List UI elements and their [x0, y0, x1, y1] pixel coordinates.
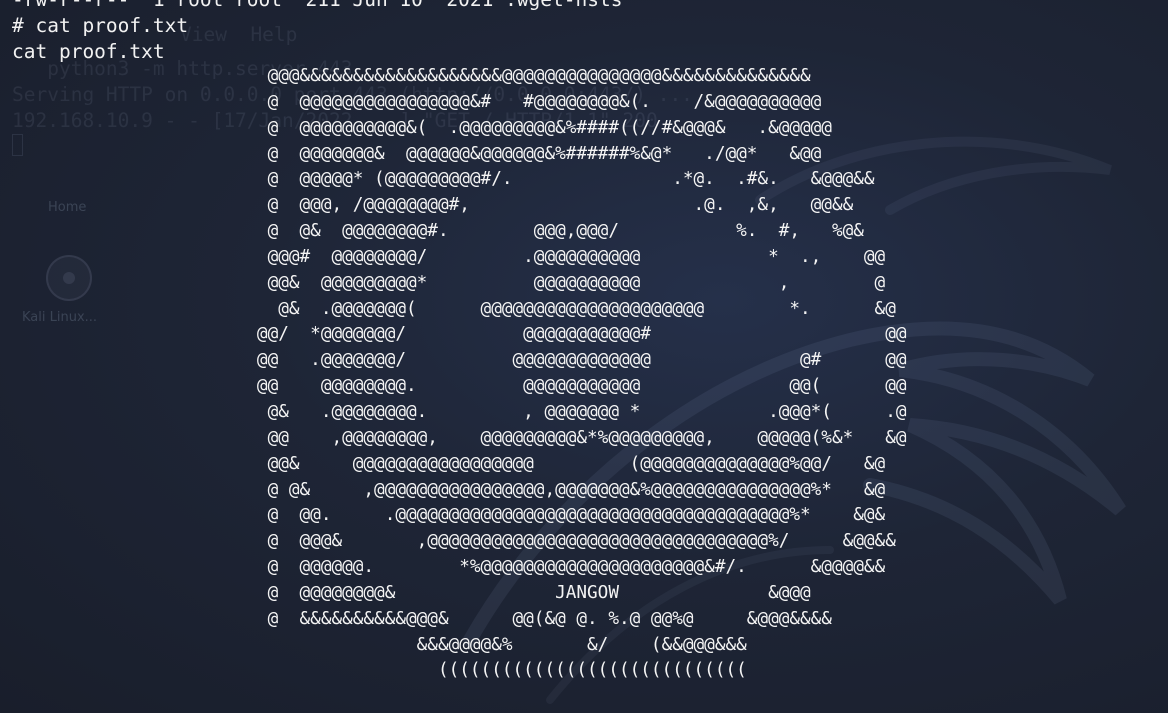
ascii-art-proof: @@@&&&&&&&&&&&&&&&&&&&@@@@@@@@@@@@@@@&&&… [12, 64, 907, 684]
ascii-art-line: @ @@@@@@@@@@@@@@@@&# #@@@@@@@@&(. /&@@@@… [12, 91, 822, 112]
ascii-art-line: @& .@@@@@@@@. , @@@@@@@ * .@@@*( .@ [12, 401, 907, 422]
ascii-art-line: @ @& @@@@@@@@#. @@@,@@@/ %. #, %@& [12, 221, 864, 242]
ascii-art-line: @ @@. .@@@@@@@@@@@@@@@@@@@@@@@@@@@@@@@@@… [12, 505, 886, 526]
ascii-art-line: @@ @@@@@@@@. @@@@@@@@@@@ @@( @@ [12, 376, 907, 397]
terminal-line: cat proof.txt [12, 39, 165, 63]
ascii-art-line: @@@# @@@@@@@@/ .@@@@@@@@@@ * ., @@ [12, 246, 886, 267]
ascii-art-line: @ @@@@@@@@@@&( .@@@@@@@@@&%####((//#&@@@… [12, 117, 832, 138]
ascii-art-line: &&&@@@@&% &/ (&&@@@&&& [12, 634, 747, 655]
ascii-art-line: @@& @@@@@@@@@* @@@@@@@@@@ , @ [12, 272, 886, 293]
ascii-art-line: @@ ,@@@@@@@@, @@@@@@@@@&*%@@@@@@@@@, @@@… [12, 427, 907, 448]
ascii-art-line: @ @@@@@@@@& JANGOW &@@@ [12, 582, 811, 603]
ascii-art-line: @ &&&&&&&&&&@@@& @@(&@ @. %.@ @@%@ &@@@&… [12, 608, 832, 629]
ascii-art-line: @@/ *@@@@@@@/ @@@@@@@@@@@# @@ [12, 324, 907, 345]
ascii-art-line: @ @@@& ,@@@@@@@@@@@@@@@@@@@@@@@@@@@@@@@@… [12, 531, 896, 552]
ascii-art-line: @& .@@@@@@@( @@@@@@@@@@@@@@@@@@@@@ *. &@ [12, 298, 896, 319]
ascii-art-line: @ @@@, /@@@@@@@@#, .@. ,&, @@&& [12, 195, 854, 216]
terminal-line: -rw-r--r-- 1 root root 211 Jun 10 2021 .… [12, 0, 622, 11]
ascii-art-line: @@ .@@@@@@@/ @@@@@@@@@@@@@ @# @@ [12, 350, 907, 371]
ascii-art-line: ((((((((((((((((((((((((((((( [12, 660, 747, 681]
ascii-art-line: @@& @@@@@@@@@@@@@@@@@ (@@@@@@@@@@@@@@%@@… [12, 453, 886, 474]
terminal-window[interactable]: View Help python3 -m http.server 443 Ser… [0, 0, 1168, 713]
terminal-output: -rw-r--r-- 1 root root 211 Jun 10 2021 .… [12, 0, 622, 64]
ascii-art-line: @ @@@@@* (@@@@@@@@@#/. .*@. .#&. &@@@&& [12, 169, 875, 190]
ascii-art-line: @ @@@@@@@& @@@@@@&@@@@@@&%######%&@* ./@… [12, 143, 822, 164]
ascii-art-line: @ @@@@@@. *%@@@@@@@@@@@@@@@@@@@@@&#/. &@… [12, 557, 886, 578]
ascii-art-line: @@@&&&&&&&&&&&&&&&&&&&@@@@@@@@@@@@@@@&&&… [12, 66, 811, 86]
terminal-command-line: # cat proof.txt [12, 13, 189, 37]
ascii-art-line: @ @& ,@@@@@@@@@@@@@@@@,@@@@@@@&%@@@@@@@@… [12, 479, 886, 500]
